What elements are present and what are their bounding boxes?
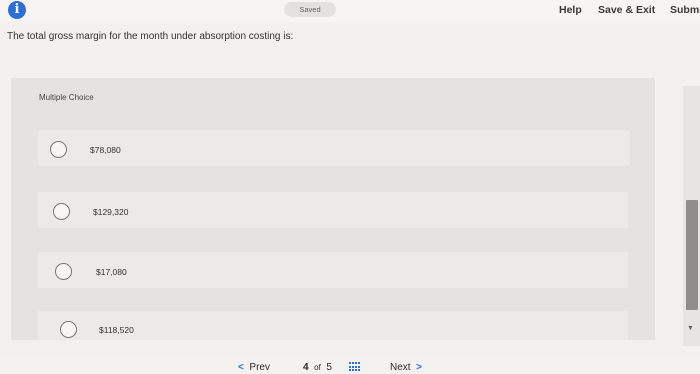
- save-exit-button[interactable]: Save & Exit: [598, 4, 655, 16]
- submit-button[interactable]: Submi: [670, 4, 700, 16]
- help-link[interactable]: Help: [559, 4, 582, 16]
- question-text: The total gross margin for the month und…: [7, 31, 294, 42]
- radio-button-1[interactable]: [50, 141, 67, 158]
- choice-label-3: $17,080: [96, 267, 127, 277]
- scrollbar-thumb[interactable]: [686, 200, 698, 310]
- radio-button-3[interactable]: [55, 263, 72, 280]
- next-label: Next: [390, 362, 411, 373]
- prev-button[interactable]: < Prev: [238, 362, 270, 373]
- choice-label-1: $78,080: [90, 145, 121, 155]
- choice-label-4: $118,520: [99, 325, 134, 335]
- page-of: of: [314, 363, 321, 372]
- radio-button-4[interactable]: [60, 321, 77, 338]
- choice-option-1[interactable]: [38, 130, 630, 166]
- next-button[interactable]: Next >: [390, 362, 422, 373]
- radio-button-2[interactable]: [53, 203, 70, 220]
- chevron-right-icon: >: [416, 362, 422, 373]
- question-type-label: Multiple Choice: [39, 93, 94, 102]
- saved-status-badge: Saved: [284, 2, 336, 17]
- prev-label: Prev: [249, 362, 270, 373]
- page-current: 4: [303, 362, 309, 373]
- grid-icon[interactable]: [349, 362, 361, 372]
- info-icon[interactable]: i: [8, 1, 26, 19]
- scroll-down-arrow-icon[interactable]: ▼: [687, 325, 694, 332]
- page-indicator: 4 of 5: [303, 362, 332, 373]
- page-total: 5: [326, 362, 332, 373]
- top-bar: [0, 0, 700, 22]
- chevron-left-icon: <: [238, 362, 244, 373]
- choice-label-2: $129,320: [93, 207, 129, 217]
